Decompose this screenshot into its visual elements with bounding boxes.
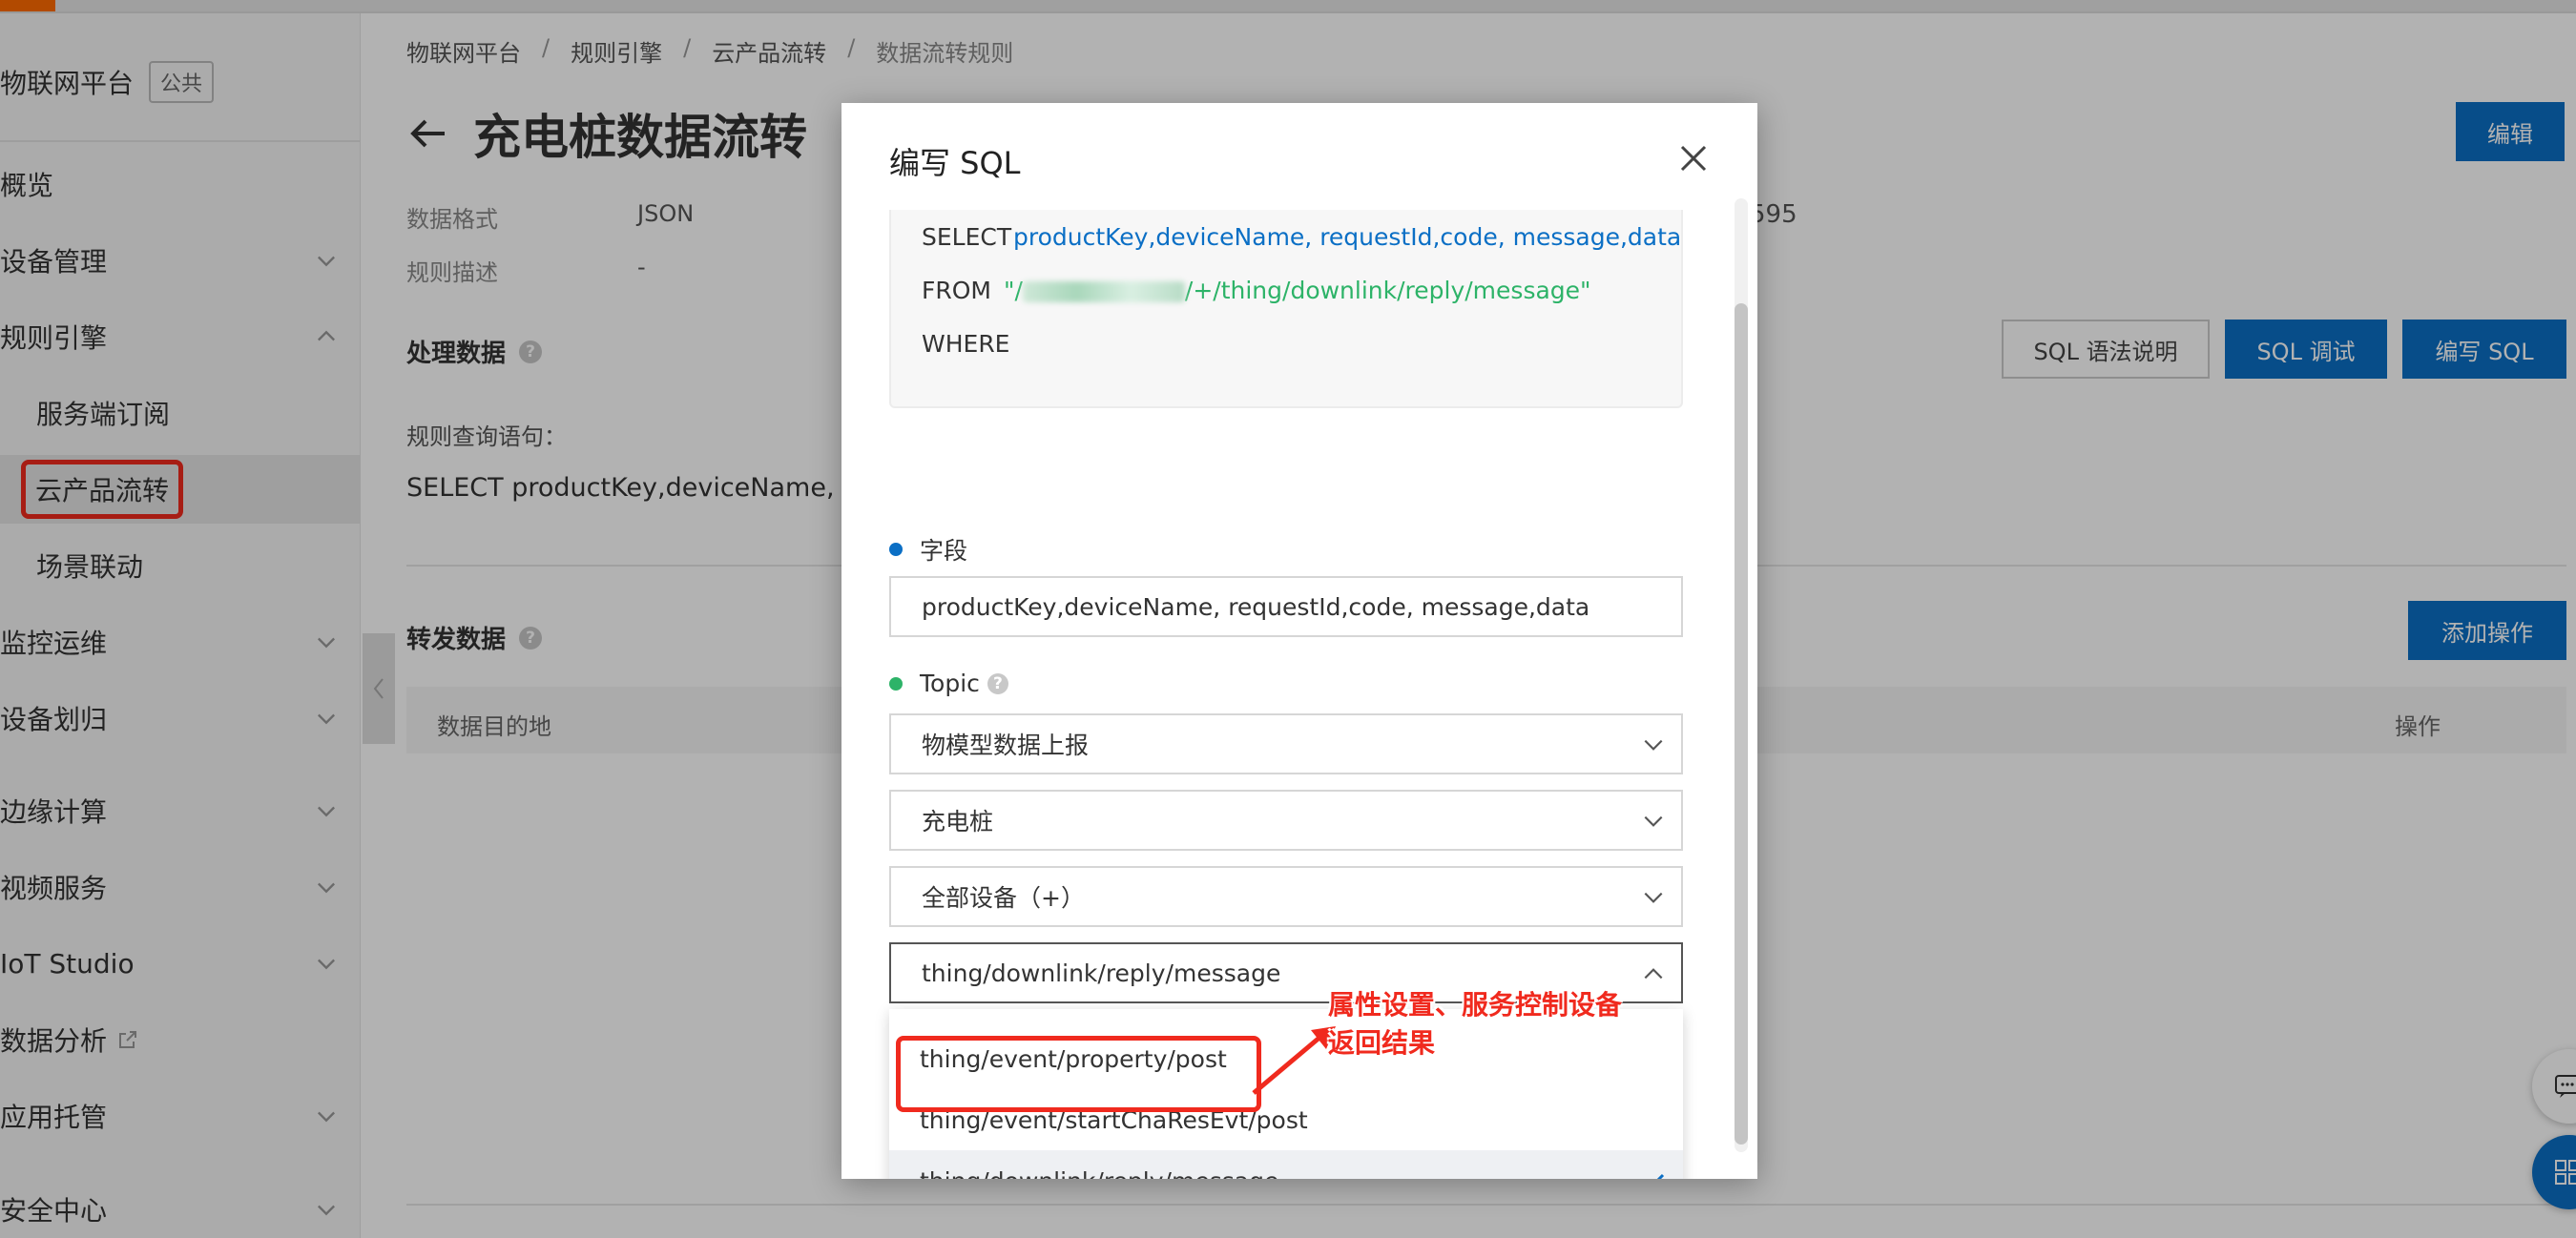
check-icon <box>1641 1167 1668 1179</box>
sql-topic-suffix: /+/thing/downlink/reply/message" <box>1184 277 1591 304</box>
annotation-text: 属性设置、服务控制设备返回结果 <box>1328 989 1623 1059</box>
scrollbar-thumb[interactable] <box>1735 303 1748 1145</box>
select-value: 全部设备（+） <box>922 884 1085 912</box>
topic-type-select[interactable]: 物模型数据上报 <box>889 713 1683 774</box>
bullet-dot <box>889 676 903 691</box>
select-value: thing/downlink/reply/message <box>922 959 1281 987</box>
select-value: 物模型数据上报 <box>922 732 1090 759</box>
sql-where-line: WHERE <box>922 330 1013 358</box>
sql-topic-prefix: "/ <box>1004 277 1023 304</box>
close-button[interactable] <box>1674 139 1713 177</box>
modal-title: 编写 SQL <box>889 145 1021 181</box>
device-select[interactable]: 全部设备（+） <box>889 866 1683 927</box>
sql-keyword: FROM <box>922 277 991 304</box>
sql-select-line: SELECTproductKey,deviceName, requestId,c… <box>922 223 1681 251</box>
bullet-dot <box>889 543 903 556</box>
chevron-down-icon <box>1641 809 1666 834</box>
help-icon[interactable]: ? <box>987 672 1008 694</box>
field-label-text: 字段 <box>920 537 968 565</box>
chevron-up-icon <box>1641 961 1666 986</box>
product-select[interactable]: 充电桩 <box>889 790 1683 851</box>
annotation-highlight-box <box>896 1036 1261 1112</box>
close-icon <box>1680 145 1707 172</box>
sql-select-fields: productKey,deviceName, requestId,code, m… <box>1013 223 1682 251</box>
topic-label: Topic ? <box>889 670 1008 697</box>
sql-preview: SELECTproductKey,deviceName, requestId,c… <box>889 210 1683 408</box>
sql-from-line: FROM "/ /+/thing/downlink/reply/message" <box>922 277 1591 304</box>
sql-keyword: SELECT <box>922 223 1012 251</box>
sql-keyword: WHERE <box>922 330 1010 358</box>
redacted-product-key <box>1022 281 1185 302</box>
field-label: 字段 <box>889 532 967 567</box>
chevron-down-icon <box>1641 885 1666 910</box>
dropdown-option-selected[interactable]: thing/downlink/reply/message <box>889 1150 1683 1179</box>
topic-label-text: Topic <box>920 670 980 697</box>
chevron-down-icon <box>1641 732 1666 757</box>
option-label: thing/downlink/reply/message <box>920 1167 1278 1180</box>
select-value: 充电桩 <box>922 808 994 836</box>
field-input[interactable]: productKey,deviceName, requestId,code, m… <box>889 576 1683 637</box>
modal-scrollbar[interactable] <box>1735 198 1748 1152</box>
